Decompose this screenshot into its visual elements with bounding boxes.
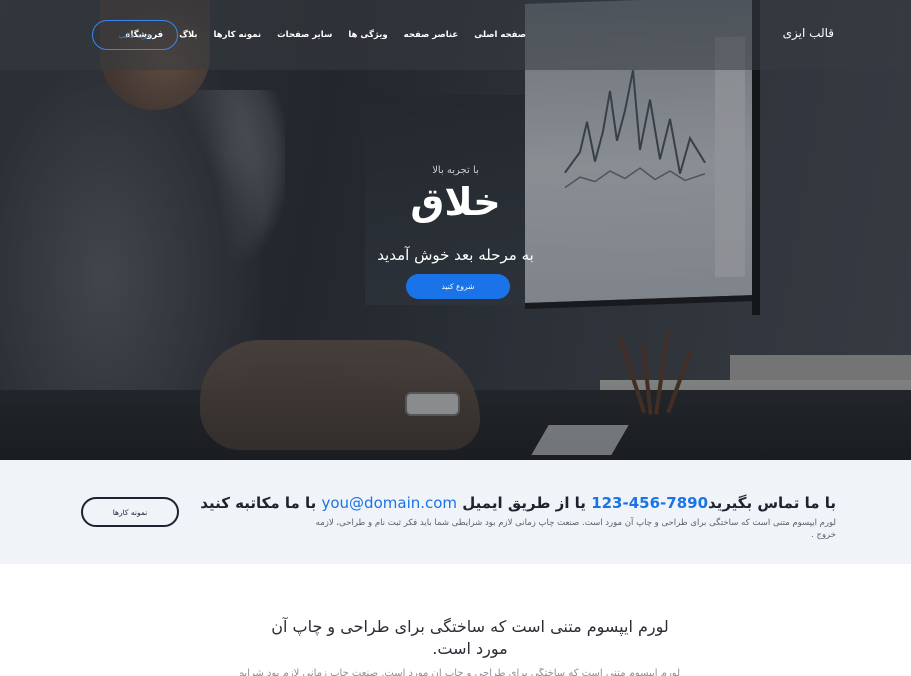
- contact-strip: با ما تماس بگیرید123-456-7890 یا از طریق…: [0, 460, 911, 564]
- intro-section: لورم ایپسوم متنی است که ساختگی برای طراح…: [0, 564, 911, 676]
- contact-heading-suffix: با ما مکاتبه کنید: [200, 494, 317, 512]
- hero-subtitle: به مرحله بعد خوش آمدید: [377, 246, 534, 264]
- contact-heading: با ما تماس بگیرید123-456-7890 یا از طریق…: [200, 494, 836, 512]
- contact-phone[interactable]: 123-456-7890: [591, 494, 708, 512]
- hero-content: با تجربه بالا خلاق به مرحله بعد خوش آمدی…: [0, 0, 911, 460]
- section-text: لورم ایپسوم متنی است که ساختگی برای طراح…: [240, 668, 680, 676]
- contact-heading-prefix: با ما تماس بگیرید: [708, 494, 836, 512]
- get-started-button[interactable]: شروع کنید: [406, 274, 510, 299]
- hero-eyebrow: با تجربه بالا: [432, 165, 479, 176]
- portfolio-button[interactable]: نمونه کارها: [81, 497, 179, 527]
- hero-title: خلاق: [410, 180, 501, 224]
- contact-description: لورم ایپسوم متنی است که ساختگی برای طراح…: [315, 518, 836, 540]
- contact-heading-middle: یا از طریق ایمیل: [462, 494, 586, 512]
- section-heading: لورم ایپسوم متنی است که ساختگی برای طراح…: [271, 617, 669, 658]
- contact-email-link[interactable]: you@domain.com: [322, 494, 458, 512]
